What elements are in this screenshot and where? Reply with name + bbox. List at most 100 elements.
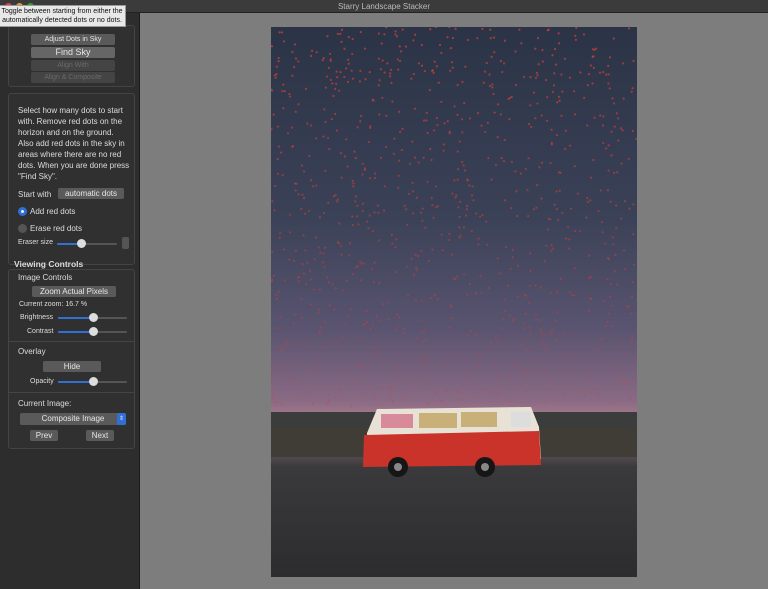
red-dot [412, 39, 415, 42]
red-dot [372, 324, 375, 327]
red-dot [281, 348, 284, 351]
red-dot [454, 351, 457, 354]
red-dot [457, 206, 460, 209]
red-dot [334, 193, 337, 197]
red-dot [345, 138, 348, 141]
red-dot [402, 327, 405, 331]
prev-button[interactable]: Prev [30, 430, 58, 441]
red-dot [587, 72, 591, 76]
red-dot [488, 73, 491, 76]
red-dot [558, 42, 561, 45]
red-dot [360, 262, 363, 265]
red-dot [481, 27, 484, 31]
red-dot [511, 256, 514, 259]
red-dot [503, 138, 506, 142]
red-dot [589, 391, 593, 394]
red-dot [401, 28, 404, 31]
red-dot [516, 295, 519, 299]
red-dot [589, 199, 592, 202]
align-composite-button[interactable]: Align & Composite [31, 72, 115, 83]
find-sky-button[interactable]: Find Sky [31, 47, 115, 58]
red-dot [420, 299, 424, 302]
hide-overlay-button[interactable]: Hide [43, 361, 101, 372]
eraser-size-label: Eraser size [18, 239, 54, 246]
red-dot [367, 140, 371, 144]
red-dot [557, 171, 560, 174]
red-dot [464, 65, 467, 68]
red-dot [271, 397, 274, 401]
current-image-label: Current Image: [18, 399, 72, 408]
photo[interactable] [271, 27, 637, 577]
red-dot [464, 214, 468, 217]
red-dot [607, 64, 610, 67]
red-dot [375, 351, 379, 354]
red-dot [322, 252, 325, 255]
red-dot [611, 236, 614, 239]
red-dot [414, 384, 418, 388]
red-dot [420, 64, 424, 67]
eraser-stepper[interactable] [122, 237, 129, 249]
red-dot [410, 379, 413, 382]
red-dot [372, 346, 375, 349]
red-dot [504, 245, 507, 249]
red-dot [309, 54, 313, 58]
red-dot [323, 346, 326, 349]
red-dot [521, 343, 524, 346]
next-button[interactable]: Next [86, 430, 114, 441]
red-dot [536, 183, 539, 187]
red-dot [554, 319, 557, 322]
red-dot [335, 341, 338, 344]
align-with-button[interactable]: Align With [31, 60, 115, 71]
red-dot [582, 33, 586, 36]
opacity-slider[interactable] [58, 377, 127, 387]
red-dot [434, 27, 437, 29]
red-dot [601, 221, 604, 224]
red-dot [420, 319, 423, 322]
contrast-slider[interactable] [58, 327, 127, 337]
red-dot [451, 192, 454, 195]
red-dot [328, 147, 331, 151]
red-dot [278, 326, 282, 329]
red-dot [606, 320, 609, 324]
red-dot [368, 214, 371, 217]
red-dot [431, 248, 434, 251]
red-dot [524, 167, 527, 170]
eraser-size-slider[interactable] [57, 239, 117, 249]
erase-dots-radio[interactable] [18, 224, 27, 233]
red-dot [527, 157, 530, 160]
red-dot [327, 201, 330, 204]
red-dot [523, 322, 526, 325]
red-dot [463, 101, 466, 105]
red-dot [534, 117, 537, 120]
red-dot [631, 337, 634, 340]
red-dot [596, 393, 600, 396]
red-dot [574, 34, 577, 37]
red-dot [281, 90, 284, 93]
add-dots-radio[interactable] [18, 207, 27, 216]
red-dot [539, 319, 542, 322]
red-dot [553, 72, 556, 75]
red-dot [421, 207, 424, 210]
red-dot [351, 179, 354, 182]
red-dot [459, 398, 462, 401]
contrast-label: Contrast [27, 328, 54, 335]
red-dot [366, 366, 369, 369]
red-dot [544, 348, 547, 351]
red-dot [615, 372, 618, 375]
red-dot [398, 59, 402, 63]
sidebar: Adjust Dots in Sky Find Sky Align With A… [0, 13, 140, 589]
red-dot [419, 358, 423, 361]
current-image-select[interactable]: Composite Image ⇕ [20, 413, 126, 425]
red-dot [392, 152, 395, 155]
red-dot [395, 35, 399, 38]
red-dot [453, 179, 456, 182]
adjust-dots-button[interactable]: Adjust Dots in Sky [31, 34, 115, 45]
red-dot [624, 381, 628, 384]
red-dot [560, 114, 563, 117]
red-dot [276, 125, 280, 128]
image-canvas[interactable] [271, 27, 637, 577]
red-dot [283, 279, 286, 282]
start-with-button[interactable]: automatic dots [58, 188, 124, 199]
zoom-actual-pixels-button[interactable]: Zoom Actual Pixels [32, 286, 116, 297]
brightness-slider[interactable] [58, 313, 127, 323]
